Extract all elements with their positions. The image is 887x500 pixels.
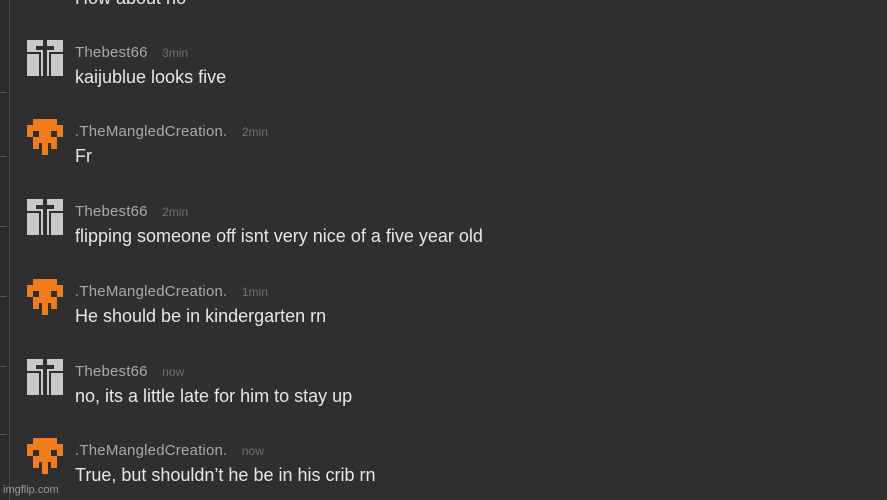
rail-tick	[0, 434, 7, 435]
left-rail	[0, 0, 10, 500]
username-link[interactable]: .TheMangledCreation.	[75, 123, 227, 140]
message-text: flipping someone off isnt very nice of a…	[75, 226, 483, 246]
timestamp: 1min	[241, 285, 268, 299]
timestamp: now	[241, 444, 264, 458]
rail-tick	[0, 92, 7, 93]
message-text: He should be in kindergarten rn	[75, 306, 327, 326]
username-link[interactable]: Thebest66	[75, 363, 148, 380]
mangled-creation-avatar-icon[interactable]	[27, 279, 63, 315]
mangled-creation-avatar-icon[interactable]	[27, 438, 63, 474]
imgflip-watermark: imgflip.com	[3, 484, 59, 496]
thebest66-avatar-icon[interactable]	[27, 40, 63, 76]
username-link[interactable]: Thebest66	[75, 44, 148, 61]
rail-tick	[0, 226, 7, 227]
username-link[interactable]: .TheMangledCreation.	[75, 442, 227, 459]
timestamp: 2min	[162, 205, 189, 219]
timestamp: now	[162, 365, 185, 379]
message-meta: .TheMangledCreation. 2min	[75, 123, 268, 141]
rail-tick	[0, 366, 7, 367]
message-text: Fr	[75, 146, 92, 166]
thebest66-avatar-icon[interactable]	[27, 359, 63, 395]
message-meta: .TheMangledCreation. 1min	[75, 283, 268, 301]
chat-message: Thebest66 3min kaijublue looks five	[27, 40, 867, 100]
chat-message: .TheMangledCreation. 2min Fr	[27, 119, 867, 179]
message-meta: Thebest66 2min	[75, 203, 188, 221]
chat-message: Thebest66 now no, its a little late for …	[27, 359, 867, 419]
chat-message: .TheMangledCreation. 1min He should be i…	[27, 279, 867, 339]
chat-message: Thebest66 2min flipping someone off isnt…	[27, 199, 867, 259]
message-meta: Thebest66 3min	[75, 44, 188, 62]
mangled-creation-avatar-icon[interactable]	[27, 119, 63, 155]
chat-message: .TheMangledCreation. now True, but shoul…	[27, 438, 867, 498]
thebest66-avatar-icon[interactable]	[27, 199, 63, 235]
username-link[interactable]: .TheMangledCreation.	[75, 283, 227, 300]
timestamp: 3min	[162, 46, 189, 60]
rail-tick	[0, 156, 7, 157]
message-text: no, its a little late for him to stay up	[75, 386, 353, 406]
timestamp: 2min	[241, 125, 268, 139]
message-meta: .TheMangledCreation. now	[75, 442, 264, 460]
message-text: True, but shouldn’t he be in his crib rn	[75, 465, 376, 485]
message-text: kaijublue looks five	[75, 67, 227, 87]
message-meta: Thebest66 now	[75, 363, 184, 381]
username-link[interactable]: Thebest66	[75, 203, 148, 220]
chat-page: How about no Thebest66 3min kaijublue lo…	[0, 0, 887, 500]
rail-tick	[0, 296, 7, 297]
partial-message-text: How about no	[75, 0, 186, 9]
